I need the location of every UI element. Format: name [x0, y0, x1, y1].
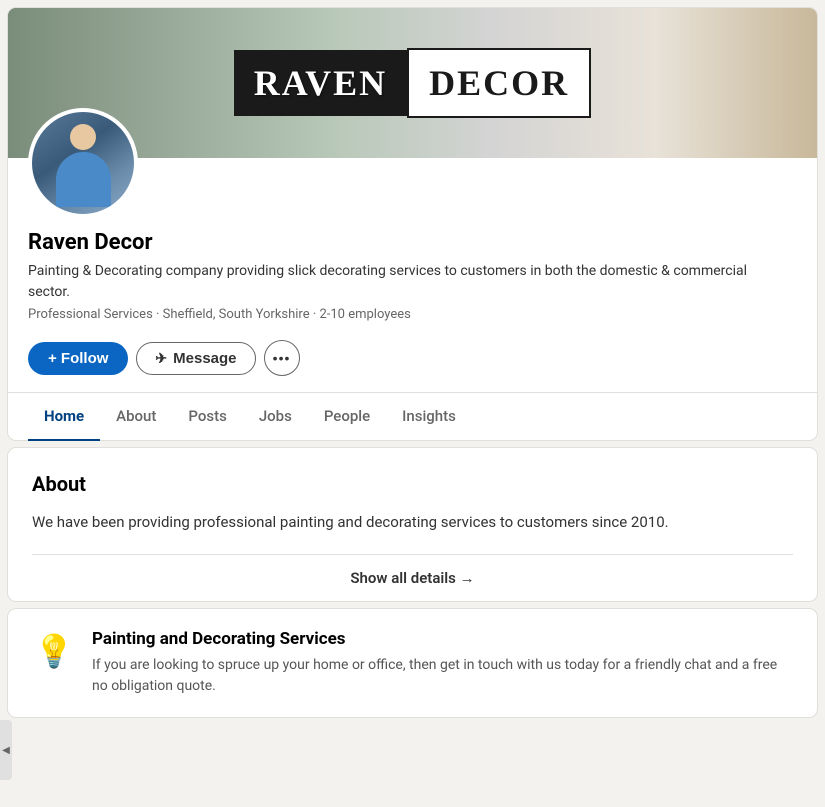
company-description: Painting & Decorating company providing … [28, 261, 768, 303]
page-wrapper: RAVEN DECOR Raven Decor Painting & Decor… [0, 8, 825, 717]
banner-decor-text: DECOR [407, 48, 591, 118]
profile-card: RAVEN DECOR Raven Decor Painting & Decor… [8, 8, 817, 440]
service-content: Painting and Decorating Services If you … [92, 629, 793, 697]
avatar [28, 108, 138, 218]
action-buttons: + Follow ✈ Message ••• [8, 336, 817, 392]
left-edge-panel[interactable]: ◀ [0, 720, 12, 780]
tab-home[interactable]: Home [28, 393, 100, 441]
about-card: About We have been providing professiona… [8, 448, 817, 601]
more-icon: ••• [273, 350, 291, 366]
message-icon: ✈ [155, 350, 167, 367]
message-label: Message [173, 350, 236, 367]
show-all-details-button[interactable]: Show all details → [32, 554, 793, 601]
tab-about[interactable]: About [100, 393, 172, 441]
banner-logo: RAVEN DECOR [234, 48, 591, 118]
service-card: 💡 Painting and Decorating Services If yo… [8, 609, 817, 717]
company-name: Raven Decor [28, 230, 797, 255]
lightbulb-icon: 💡 [32, 629, 76, 673]
tab-people[interactable]: People [308, 393, 386, 441]
profile-info: Raven Decor Painting & Decorating compan… [8, 218, 817, 322]
service-description: If you are looking to spruce up your hom… [92, 655, 793, 697]
tab-insights[interactable]: Insights [386, 393, 472, 441]
message-button[interactable]: ✈ Message [136, 342, 255, 375]
about-text: We have been providing professional pain… [32, 510, 793, 534]
company-meta: Professional Services · Sheffield, South… [28, 307, 797, 322]
banner-raven-text: RAVEN [234, 50, 407, 116]
service-title: Painting and Decorating Services [92, 629, 793, 649]
tab-jobs[interactable]: Jobs [243, 393, 308, 441]
follow-button[interactable]: + Follow [28, 342, 128, 375]
avatar-section [8, 158, 817, 218]
more-button[interactable]: ••• [264, 340, 300, 376]
avatar-head [70, 124, 96, 150]
about-title: About [32, 472, 793, 496]
avatar-body [56, 152, 111, 207]
tab-posts[interactable]: Posts [172, 393, 242, 441]
nav-tabs: Home About Posts Jobs People Insights [8, 392, 817, 440]
avatar-wrapper [28, 108, 138, 218]
avatar-person [48, 124, 118, 214]
left-edge-arrow-icon: ◀ [2, 745, 10, 756]
